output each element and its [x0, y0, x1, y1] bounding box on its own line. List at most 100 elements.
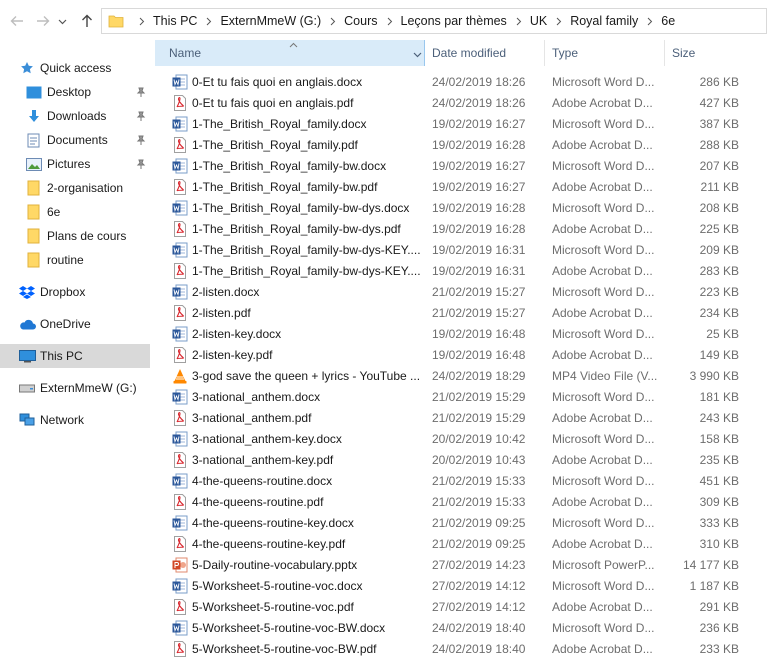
file-date-modified: 21/02/2019 15:27	[432, 284, 526, 299]
file-size: 283 KB	[699, 263, 739, 278]
file-row[interactable]: 0-Et tu fais quoi en anglais.docx 24/02/2…	[155, 71, 767, 92]
file-rows: 0-Et tu fais quoi en anglais.docx 24/02/2…	[155, 71, 767, 659]
file-row[interactable]: 2-listen.pdf 21/02/2019 15:27 Adobe Acroba…	[155, 302, 767, 323]
nav-quick-access[interactable]: Quick access	[18, 56, 168, 80]
nav-dropbox[interactable]: Dropbox	[18, 280, 168, 304]
nav-label: ExternMmeW (G:)	[40, 381, 137, 395]
column-header-type[interactable]: Type	[545, 40, 665, 66]
nav-this-pc[interactable]: This PC	[0, 344, 150, 368]
pdf-icon	[172, 494, 188, 510]
crumb-cours[interactable]: Cours	[344, 14, 377, 28]
file-size: 149 KB	[699, 347, 739, 362]
crumb-drive[interactable]: ExternMmeW (G:)	[220, 14, 321, 28]
column-header-size[interactable]: Size	[665, 40, 767, 66]
chevron-right-icon[interactable]	[646, 17, 653, 26]
powerpoint-icon	[172, 557, 188, 573]
file-row[interactable]: 3-national_anthem-key.docx 20/02/2019 10:…	[155, 428, 767, 449]
file-date-modified: 24/02/2019 18:26	[432, 95, 526, 110]
nav-label: OneDrive	[40, 317, 91, 331]
nav-network[interactable]: Network	[18, 408, 168, 432]
forward-button[interactable]	[32, 10, 54, 32]
column-label: Date modified	[432, 46, 507, 60]
recent-locations-button[interactable]	[55, 10, 69, 32]
file-row[interactable]: 1-The_British_Royal_family-bw-dys.pdf 19/…	[155, 218, 767, 239]
word-document-icon	[172, 578, 188, 594]
file-size: 291 KB	[699, 599, 739, 614]
pin-icon[interactable]	[136, 86, 146, 100]
nav-pictures[interactable]: Pictures	[25, 152, 175, 176]
nav-desktop[interactable]: Desktop	[25, 80, 175, 104]
column-header-date-modified[interactable]: Date modified	[425, 40, 545, 66]
file-row[interactable]: 3-national_anthem.pdf 21/02/2019 15:29 Ado…	[155, 407, 767, 428]
pin-icon[interactable]	[136, 134, 146, 148]
crumb-royal-family[interactable]: Royal family	[570, 14, 638, 28]
chevron-right-icon[interactable]	[555, 17, 562, 26]
crumb-lecons[interactable]: Leçons par thèmes	[401, 14, 507, 28]
file-size: 427 KB	[699, 95, 739, 110]
file-row[interactable]: 1-The_British_Royal_family.pdf 19/02/2019…	[155, 134, 767, 155]
word-document-icon	[172, 620, 188, 636]
pin-icon[interactable]	[136, 110, 146, 124]
file-row[interactable]: 4-the-queens-routine.docx 21/02/2019 15:3…	[155, 470, 767, 491]
file-row[interactable]: 5-Daily-routine-vocabulary.pptx 27/02/201…	[155, 554, 767, 575]
nav-drive[interactable]: ExternMmeW (G:)	[18, 376, 168, 400]
file-row[interactable]: 2-listen-key.docx 19/02/2019 16:48 Microso…	[155, 323, 767, 344]
file-row[interactable]: 3-national_anthem.docx 21/02/2019 15:29 Mi…	[155, 386, 767, 407]
chevron-right-icon[interactable]	[386, 17, 393, 26]
crumb-6e[interactable]: 6e	[661, 14, 675, 28]
file-row[interactable]: 4-the-queens-routine-key.docx 21/02/2019 …	[155, 512, 767, 533]
nav-folder-6e[interactable]: 6e	[25, 200, 175, 224]
file-row[interactable]: 1-The_British_Royal_family-bw.pdf 19/02/2…	[155, 176, 767, 197]
file-row[interactable]: 0-Et tu fais quoi en anglais.pdf 24/02/20…	[155, 92, 767, 113]
file-row[interactable]: 5-Worksheet-5-routine-voc-BW.pdf 24/02/20…	[155, 638, 767, 659]
nav-documents[interactable]: Documents	[25, 128, 175, 152]
file-row[interactable]: 5-Worksheet-5-routine-voc.pdf 27/02/2019 …	[155, 596, 767, 617]
nav-onedrive[interactable]: OneDrive	[18, 312, 168, 336]
file-row[interactable]: 3-national_anthem-key.pdf 20/02/2019 10:4…	[155, 449, 767, 470]
file-row[interactable]: 5-Worksheet-5-routine-voc-BW.docx 24/02/2…	[155, 617, 767, 638]
crumb-this-pc[interactable]: This PC	[153, 14, 197, 28]
back-button[interactable]	[6, 10, 28, 32]
file-name: 1-The_British_Royal_family-bw-dys-KEY...…	[192, 263, 420, 278]
nav-label: Dropbox	[40, 285, 86, 299]
file-row[interactable]: 1-The_British_Royal_family.docx 19/02/201…	[155, 113, 767, 134]
chevron-right-icon[interactable]	[329, 17, 336, 26]
nav-folder-2-organisation[interactable]: 2-organisation	[25, 176, 175, 200]
file-type: Adobe Acrobat D...	[552, 179, 653, 194]
file-date-modified: 20/02/2019 10:42	[432, 431, 526, 446]
nav-folder-routine[interactable]: routine	[25, 248, 175, 272]
crumb-uk[interactable]: UK	[530, 14, 547, 28]
network-icon	[18, 411, 36, 429]
file-date-modified: 27/02/2019 14:12	[432, 599, 526, 614]
folder-icon	[25, 251, 43, 269]
file-row[interactable]: 1-The_British_Royal_family-bw-dys.docx 19…	[155, 197, 767, 218]
file-row[interactable]: 4-the-queens-routine.pdf 21/02/2019 15:33…	[155, 491, 767, 512]
file-row[interactable]: 1-The_British_Royal_family-bw.docx 19/02/…	[155, 155, 767, 176]
file-type: Adobe Acrobat D...	[552, 95, 653, 110]
chevron-right-icon[interactable]	[205, 17, 212, 26]
file-row[interactable]: 4-the-queens-routine-key.pdf 21/02/2019 0…	[155, 533, 767, 554]
file-type: Adobe Acrobat D...	[552, 347, 653, 362]
column-header-name[interactable]: Name	[155, 40, 425, 66]
nav-downloads[interactable]: Downloads	[25, 104, 175, 128]
nav-label: Plans de cours	[47, 229, 127, 243]
file-name: 5-Worksheet-5-routine-voc-BW.docx	[192, 620, 386, 635]
pin-icon[interactable]	[136, 158, 146, 172]
chevron-right-icon[interactable]	[515, 17, 522, 26]
download-arrow-icon	[25, 107, 43, 125]
chevron-down-icon[interactable]	[413, 48, 422, 62]
nav-folder-plans-de-cours[interactable]: Plans de cours	[25, 224, 175, 248]
file-row[interactable]: 3-god save the queen + lyrics - YouTube …	[155, 365, 767, 386]
file-row[interactable]: 1-The_British_Royal_family-bw-dys-KEY...…	[155, 239, 767, 260]
file-size: 451 KB	[699, 473, 739, 488]
file-date-modified: 19/02/2019 16:27	[432, 116, 526, 131]
file-row[interactable]: 2-listen-key.pdf 19/02/2019 16:48 Adobe Ac…	[155, 344, 767, 365]
file-row[interactable]: 1-The_British_Royal_family-bw-dys-KEY...…	[155, 260, 767, 281]
file-type: Adobe Acrobat D...	[552, 221, 653, 236]
file-size: 310 KB	[699, 536, 739, 551]
file-type: Adobe Acrobat D...	[552, 137, 653, 152]
file-row[interactable]: 5-Worksheet-5-routine-voc.docx 27/02/2019…	[155, 575, 767, 596]
address-box[interactable]: This PC ExternMmeW (G:) Cours Leçons par…	[101, 8, 767, 34]
up-button[interactable]	[76, 10, 98, 32]
file-row[interactable]: 2-listen.docx 21/02/2019 15:27 Microsoft W…	[155, 281, 767, 302]
